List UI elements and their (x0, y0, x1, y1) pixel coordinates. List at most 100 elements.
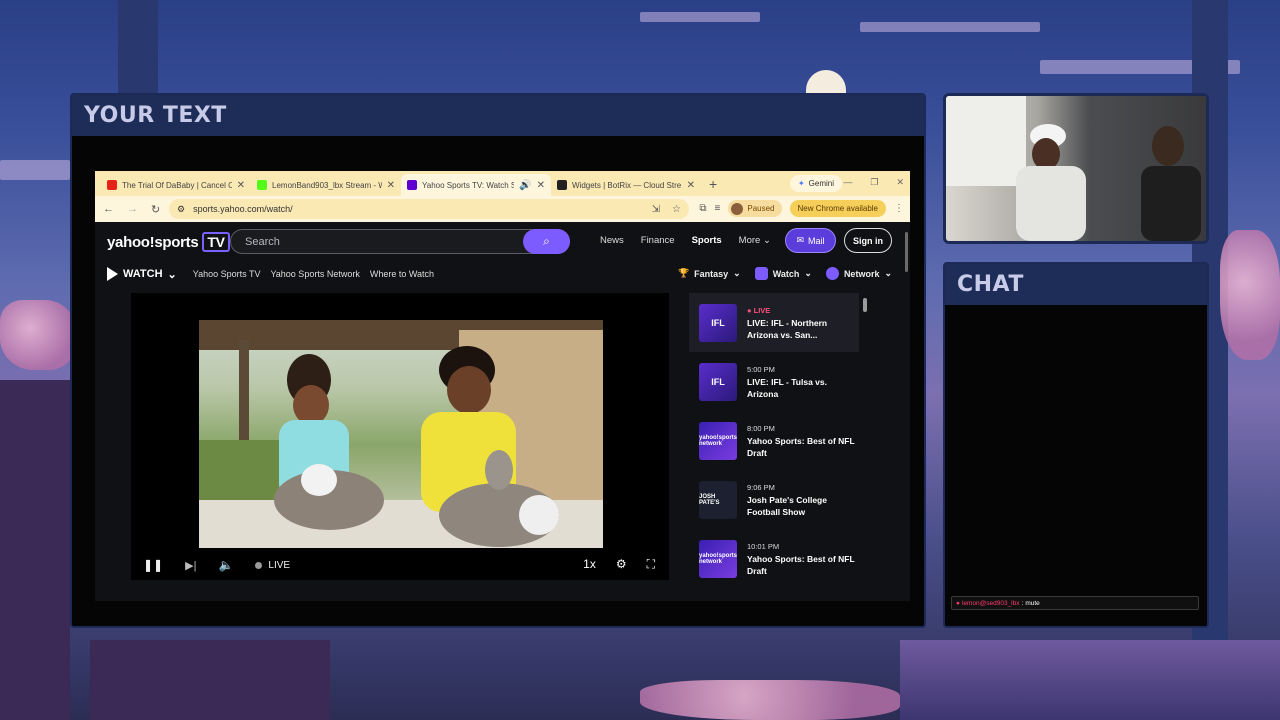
browser-toolbar: ← → ↻ ⚙ sports.yahoo.com/watch/ ⇲ ☆ ⧉ ≡ … (95, 196, 910, 222)
pause-icon[interactable]: ❚❚ (143, 558, 163, 572)
chat-badge-icon: ● (956, 599, 960, 607)
chevron-down-icon: ⌄ (733, 268, 741, 278)
schedule-item[interactable]: IFL ● LIVE LIVE: IFL - Northern Arizona … (689, 293, 859, 352)
schedule-text: 9:06 PM Josh Pate's College Football Sho… (747, 482, 859, 518)
address-bar-icons: ⇲ ☆ (652, 204, 681, 215)
close-tab-icon[interactable]: ✕ (237, 180, 245, 191)
search-button[interactable]: ⌕ (523, 229, 570, 254)
fantasy-label: Fantasy (694, 268, 729, 279)
close-window-icon[interactable]: ✕ (896, 177, 904, 188)
bg-water (900, 640, 1280, 720)
yahoo-icon (407, 180, 417, 190)
bg-cloud (640, 12, 760, 22)
video-player[interactable]: ❚❚ ▶| 🔈 LIVE 1x ⚙ ⛶ (131, 293, 669, 580)
kick-icon (257, 180, 267, 190)
chat-message: ● lemon@sed903_lbx : mute (951, 596, 1199, 610)
bg-cloud (1040, 60, 1240, 74)
sign-in-button[interactable]: Sign in (844, 228, 892, 253)
nav-finance[interactable]: Finance (641, 235, 675, 246)
page-scrollbar[interactable] (905, 232, 908, 272)
profile-paused-button[interactable]: Paused (728, 200, 782, 217)
close-tab-icon[interactable]: ✕ (687, 180, 695, 191)
schedule-title: LIVE: IFL - Northern Arizona vs. San... (747, 317, 828, 340)
skip-next-icon[interactable]: ▶| (185, 559, 196, 572)
close-tab-icon[interactable]: ✕ (387, 180, 395, 191)
schedule-list: IFL ● LIVE LIVE: IFL - Northern Arizona … (689, 293, 859, 593)
chrome-update-button[interactable]: New Chrome available (789, 200, 886, 217)
youtube-icon (107, 180, 117, 190)
maximize-icon[interactable]: ❐ (870, 177, 878, 188)
forward-icon[interactable]: → (127, 203, 138, 215)
bookmark-star-icon[interactable]: ☆ (672, 204, 681, 215)
mail-label: Mail (808, 235, 825, 246)
schedule-text: 10:01 PM Yahoo Sports: Best of NFL Draft (747, 541, 859, 577)
nav-more-label: More (738, 235, 761, 246)
webcam-people (946, 96, 1201, 241)
browser-tab-active[interactable]: Yahoo Sports TV: Watch Sp 🔊 ✕ (401, 174, 551, 196)
install-app-icon[interactable]: ⇲ (652, 204, 660, 215)
watch-dropdown[interactable]: Watch ⌄ (754, 267, 812, 280)
fullscreen-icon[interactable]: ⛶ (647, 557, 655, 572)
settings-gear-icon[interactable]: ⚙ (616, 557, 627, 572)
watch-sub-right: 🏆 Fantasy ⌄ Watch ⌄ Network ⌄ (678, 267, 892, 280)
menu-kebab-icon[interactable]: ⋮ (894, 203, 904, 214)
yahoo-sports-tv-logo[interactable]: yahoo!sports TV (107, 232, 230, 252)
fantasy-menu[interactable]: 🏆 Fantasy ⌄ (678, 267, 741, 280)
browser-tab[interactable]: Widgets | BotRix — Cloud Stre ✕ (551, 174, 701, 196)
close-tab-icon[interactable]: ✕ (537, 180, 545, 191)
toolbar-right: ⧉ ≡ Paused New Chrome available ⋮ (699, 200, 904, 217)
network-label: Network (843, 268, 880, 279)
update-label: New Chrome available (797, 204, 878, 213)
playback-speed-button[interactable]: 1x (583, 557, 596, 572)
watch-menu[interactable]: WATCH ⌄ (107, 267, 177, 281)
browser-tab[interactable]: LemonBand903_lbx Stream - W ✕ (251, 174, 401, 196)
live-label: LIVE (268, 559, 291, 571)
gemini-label: Gemini (808, 179, 834, 188)
gemini-button[interactable]: ✦ Gemini (789, 175, 842, 192)
yahoo-sports-page: yahoo!sports TV Search ⌕ News Finance Sp… (95, 222, 910, 601)
site-info-icon[interactable]: ⚙ (177, 204, 185, 215)
stream-panel: YOUR TEXT The Trial Of DaBaby | Cancel C… (70, 93, 926, 628)
browser-tab[interactable]: The Trial Of DaBaby | Cancel Cu ✕ (101, 174, 251, 196)
chevron-down-icon: ⌄ (762, 235, 771, 246)
link-yahoo-sports-network[interactable]: Yahoo Sports Network (270, 269, 359, 279)
new-tab-button[interactable]: + (701, 176, 725, 196)
mail-icon: ✉ (796, 235, 805, 245)
chat-title-bar: CHAT (945, 264, 1207, 305)
mail-button[interactable]: ✉ Mail (785, 228, 836, 253)
player-controls-right: 1x ⚙ ⛶ (583, 557, 655, 572)
reload-icon[interactable]: ↻ (151, 203, 160, 216)
chat-separator: : (1021, 599, 1024, 607)
minimize-icon[interactable]: — (843, 177, 852, 188)
bg-moon (806, 70, 846, 94)
schedule-item[interactable]: yahoo!sports network 10:01 PM Yahoo Spor… (689, 529, 859, 588)
yahoo-header: yahoo!sports TV Search ⌕ News Finance Sp… (95, 222, 910, 262)
back-icon[interactable]: ← (103, 203, 114, 215)
network-menu[interactable]: Network ⌄ (825, 267, 892, 280)
extensions-icon[interactable]: ≡ (715, 203, 721, 214)
search-input[interactable]: Search ⌕ (230, 229, 570, 254)
schedule-time: 9:06 PM (747, 482, 775, 492)
watch-label: WATCH (123, 268, 163, 280)
josh-pate-thumbnail: JOSH PATE'S (699, 480, 737, 519)
schedule-item[interactable]: yahoo!sports network 8:00 PM Yahoo Sport… (689, 411, 859, 470)
bg-blossom (0, 300, 75, 370)
schedule-item[interactable]: IFL 5:00 PM LIVE: IFL - Tulsa vs. Arizon… (689, 352, 859, 411)
schedule-item[interactable]: JOSH PATE'S 9:06 PM Josh Pate's College … (689, 470, 859, 529)
volume-icon[interactable]: 🔈 (218, 558, 233, 572)
paused-label: Paused (747, 204, 775, 213)
nav-news[interactable]: News (600, 235, 624, 246)
schedule-title: Yahoo Sports: Best of NFL Draft (747, 553, 855, 576)
video-frame[interactable] (199, 320, 603, 548)
address-bar[interactable]: ⚙ sports.yahoo.com/watch/ ⇲ ☆ (169, 199, 689, 219)
chat-title: CHAT (957, 272, 1024, 297)
nav-sports[interactable]: Sports (692, 235, 722, 246)
search-placeholder: Search (245, 235, 280, 248)
stream-panel-title: YOUR TEXT (84, 103, 227, 128)
schedule-scrollbar[interactable] (863, 298, 867, 312)
link-where-to-watch[interactable]: Where to Watch (370, 269, 434, 279)
link-yahoo-sports-tv[interactable]: Yahoo Sports TV (193, 269, 261, 279)
split-view-icon[interactable]: ⧉ (699, 203, 706, 214)
watch-icon (754, 267, 768, 280)
nav-more[interactable]: More ⌄ (739, 235, 771, 246)
